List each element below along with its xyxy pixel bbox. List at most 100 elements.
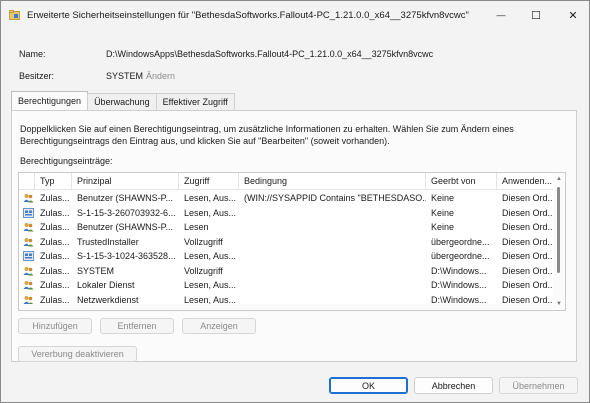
disable-inheritance-button[interactable]: Vererbung deaktivieren bbox=[18, 346, 137, 362]
minimize-icon: — bbox=[496, 10, 506, 20]
column-header-applies-to[interactable]: Anwenden... bbox=[497, 173, 554, 190]
tab-auditing[interactable]: Überwachung bbox=[87, 93, 157, 110]
minimize-button[interactable]: — bbox=[483, 1, 519, 29]
user-group-icon bbox=[23, 223, 34, 232]
user-group-icon bbox=[23, 281, 34, 290]
cell-type: Zulas... bbox=[40, 193, 70, 203]
tab-strip: Berechtigungen Überwachung Effektiver Zu… bbox=[11, 91, 235, 110]
vertical-scrollbar[interactable]: ▲ ▼ bbox=[553, 173, 565, 310]
list-header: Typ Prinzipal Zugriff Bedingung Geerbt v… bbox=[19, 173, 554, 190]
maximize-button[interactable]: ☐ bbox=[518, 1, 554, 29]
cell-type: Zulas... bbox=[40, 236, 70, 247]
table-row[interactable]: Zulas... Lokaler Dienst Lesen, Aus... D:\Wi… bbox=[19, 278, 554, 293]
cell-principal: Benutzer (SHAWNS-P... bbox=[77, 193, 174, 203]
shield-folder-icon bbox=[9, 10, 20, 20]
cell-condition bbox=[239, 206, 426, 221]
user-group-icon bbox=[23, 237, 34, 246]
cell-type: Zulas... bbox=[40, 251, 70, 261]
user-group-icon bbox=[23, 266, 34, 275]
cell-type: Zulas... bbox=[40, 265, 70, 276]
name-label: Name: bbox=[19, 49, 46, 59]
cell-inherited-from: übergeordne... bbox=[431, 236, 490, 247]
cell-access: Lesen, Aus... bbox=[184, 193, 237, 203]
app-package-icon bbox=[23, 251, 34, 261]
instructions-text: Doppelklicken Sie auf einen Berechtigung… bbox=[20, 124, 514, 146]
window-title: Erweiterte Sicherheitseinstellungen für … bbox=[27, 10, 469, 21]
cell-inherited-from: Keine bbox=[431, 193, 455, 203]
cell-principal: Benutzer (SHAWNS-P... bbox=[77, 222, 174, 232]
cell-principal: S-1-15-3-1024-363528... bbox=[77, 251, 176, 261]
cell-applies-to: Diesen Ord... bbox=[502, 207, 554, 218]
cell-access: Vollzugriff bbox=[184, 236, 223, 247]
cell-type: Zulas... bbox=[40, 280, 70, 290]
cell-type: Zulas... bbox=[40, 222, 70, 232]
table-row[interactable]: Zulas... TrustedInstaller Vollzugriff überg… bbox=[19, 235, 554, 250]
cell-applies-to: Diesen Ord... bbox=[502, 222, 554, 232]
name-value: D:\WindowsApps\BethesdaSoftworks.Fallout… bbox=[106, 49, 434, 59]
cell-principal: Lokaler Dienst bbox=[77, 280, 135, 290]
user-group-icon bbox=[23, 194, 34, 203]
cell-condition bbox=[239, 264, 426, 279]
apply-button[interactable]: Übernehmen bbox=[499, 377, 578, 394]
cell-condition bbox=[239, 249, 426, 264]
cancel-button[interactable]: Abbrechen bbox=[414, 377, 493, 394]
tab-effective-access[interactable]: Effektiver Zugriff bbox=[155, 93, 235, 110]
cell-access: Lesen bbox=[184, 222, 209, 232]
table-row[interactable]: Zulas... SYSTEM Vollzugriff D:\Windows... Di… bbox=[19, 264, 554, 279]
cell-access: Lesen, Aus... bbox=[184, 251, 237, 261]
user-group-icon bbox=[23, 295, 34, 304]
cell-inherited-from: Keine bbox=[431, 207, 455, 218]
advanced-security-settings-window: Erweiterte Sicherheitseinstellungen für … bbox=[0, 0, 590, 403]
permissions-panel: Doppelklicken Sie auf einen Berechtigung… bbox=[11, 110, 577, 362]
column-header-condition[interactable]: Bedingung bbox=[239, 173, 426, 190]
maximize-icon: ☐ bbox=[531, 9, 541, 22]
permission-entries-label: Berechtigungseinträge: bbox=[20, 156, 113, 166]
table-row[interactable]: Zulas... Benutzer (SHAWNS-P... Lesen, Aus.… bbox=[19, 191, 554, 206]
cell-inherited-from: D:\Windows... bbox=[431, 280, 487, 290]
cell-applies-to: Diesen Ord... bbox=[502, 251, 554, 261]
cell-applies-to: Diesen Ord... bbox=[502, 265, 554, 276]
table-row[interactable]: Zulas... S-1-15-3-1024-363528... Lesen, Au… bbox=[19, 249, 554, 264]
cell-applies-to: Diesen Ord... bbox=[502, 236, 554, 247]
cell-access: Lesen, Aus... bbox=[184, 280, 237, 290]
scroll-thumb[interactable] bbox=[557, 187, 560, 273]
scroll-up-icon[interactable]: ▲ bbox=[553, 174, 565, 184]
column-header-icon bbox=[19, 173, 35, 190]
table-row[interactable]: Zulas... S-1-15-3-260703932-6... Lesen, Au… bbox=[19, 206, 554, 221]
cell-applies-to: Diesen Ord... bbox=[502, 193, 554, 203]
column-header-principal[interactable]: Prinzipal bbox=[72, 173, 179, 190]
close-button[interactable]: ✕ bbox=[555, 1, 590, 29]
column-header-access[interactable]: Zugriff bbox=[179, 173, 239, 190]
owner-label: Besitzer: bbox=[19, 71, 55, 81]
horizontal-scrollbar[interactable] bbox=[19, 304, 554, 310]
cell-principal: TrustedInstaller bbox=[77, 236, 139, 247]
cell-principal: S-1-15-3-260703932-6... bbox=[77, 207, 176, 218]
cell-applies-to: Diesen Ord... bbox=[502, 280, 554, 290]
ok-button[interactable]: OK bbox=[329, 377, 408, 394]
app-package-icon bbox=[23, 207, 34, 218]
cell-condition bbox=[239, 235, 426, 250]
tab-permissions[interactable]: Berechtigungen bbox=[11, 91, 89, 110]
table-row[interactable]: Zulas... Benutzer (SHAWNS-P... Lesen Keine D… bbox=[19, 220, 554, 235]
owner-value: SYSTEM bbox=[106, 71, 144, 81]
view-button[interactable]: Anzeigen bbox=[182, 318, 256, 334]
cell-condition: (WIN://SYSAPPID Contains "BETHESDASO... bbox=[244, 193, 426, 203]
cell-access: Lesen, Aus... bbox=[184, 207, 237, 218]
cell-condition bbox=[239, 220, 426, 235]
cell-access: Vollzugriff bbox=[184, 265, 223, 276]
close-icon: ✕ bbox=[568, 9, 578, 22]
remove-button[interactable]: Entfernen bbox=[100, 318, 174, 334]
add-button[interactable]: Hinzufügen bbox=[18, 318, 92, 334]
title-bar[interactable]: Erweiterte Sicherheitseinstellungen für … bbox=[1, 1, 589, 29]
dialog-content: Name: D:\WindowsApps\BethesdaSoftworks.F… bbox=[1, 29, 589, 403]
cell-inherited-from: übergeordne... bbox=[431, 251, 490, 261]
column-header-inherited-from[interactable]: Geerbt von bbox=[426, 173, 497, 190]
permission-entries-list[interactable]: Typ Prinzipal Zugriff Bedingung Geerbt v… bbox=[18, 172, 566, 311]
column-header-type[interactable]: Typ bbox=[35, 173, 72, 190]
cell-principal: SYSTEM bbox=[77, 265, 115, 276]
change-owner-link[interactable]: Ändern bbox=[146, 71, 175, 81]
cell-type: Zulas... bbox=[40, 207, 70, 218]
scroll-down-icon[interactable]: ▼ bbox=[553, 299, 565, 309]
cell-condition bbox=[239, 278, 426, 293]
cell-inherited-from: D:\Windows... bbox=[431, 265, 487, 276]
